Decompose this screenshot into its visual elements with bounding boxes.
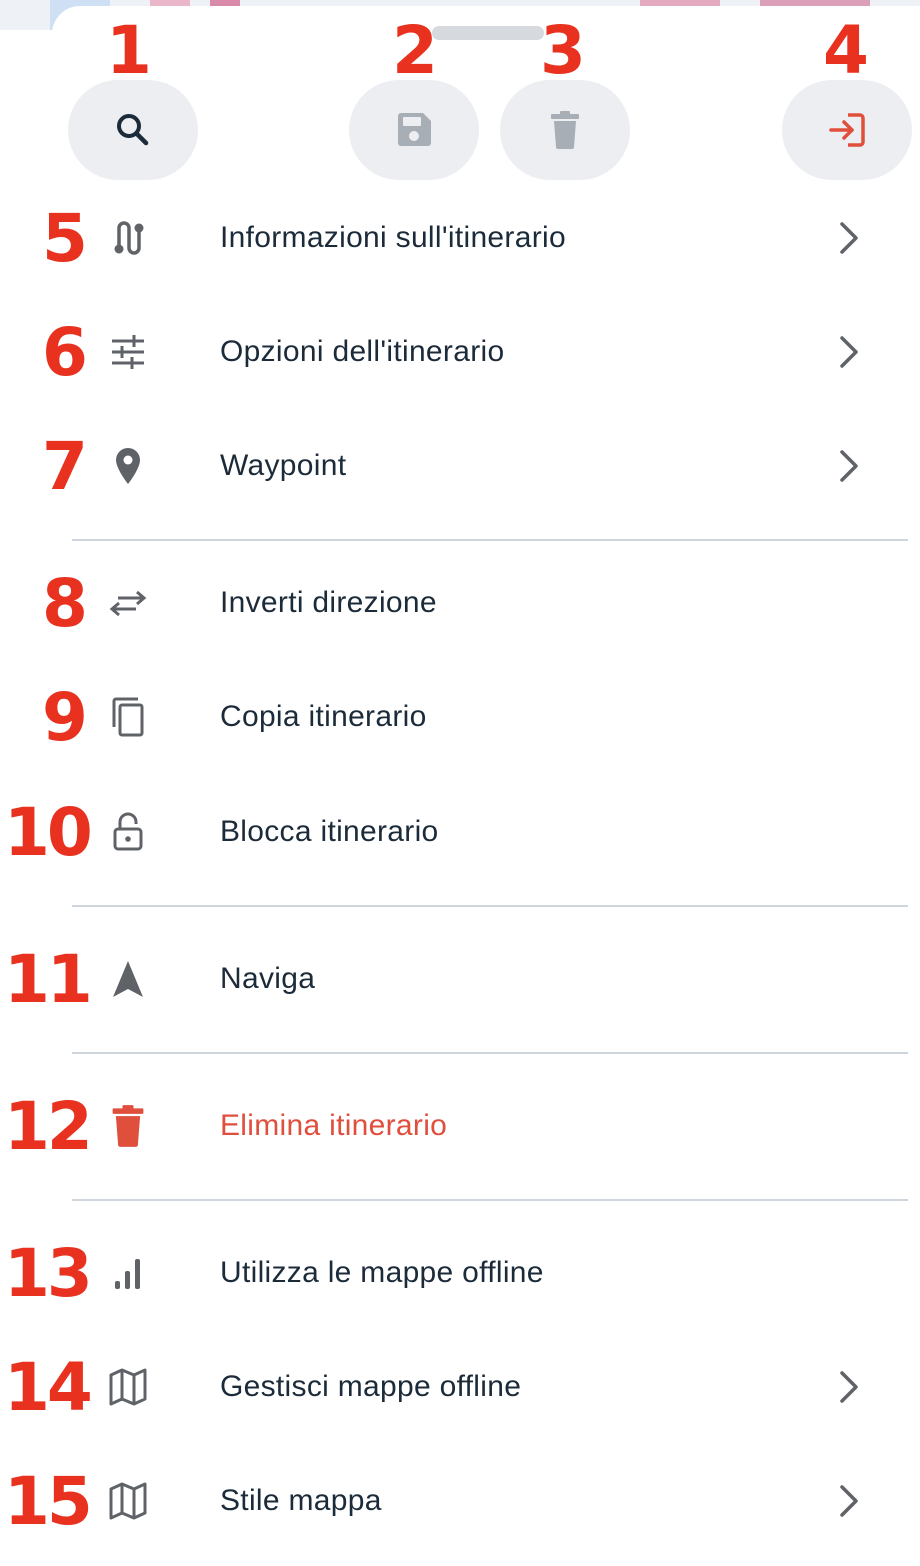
chevron-right-icon: [840, 450, 858, 482]
menu-item-label: Utilizza le mappe offline: [220, 1256, 544, 1289]
delete-button[interactable]: [500, 80, 630, 180]
annotation-badge: 3: [540, 12, 586, 89]
chevron-right-icon: [840, 222, 858, 254]
annotation-badge: 11: [4, 941, 93, 1018]
search-icon: [117, 114, 149, 146]
divider: [72, 905, 908, 907]
sliders-icon: [104, 328, 152, 376]
trash-icon: [104, 1102, 152, 1150]
menu-item-manage-offline-maps[interactable]: 14 Gestisci mappe offline: [0, 1337, 920, 1437]
annotation-badge: 8: [42, 565, 88, 642]
annotation-badge: 12: [4, 1088, 93, 1165]
menu-item-lock-route[interactable]: 10 Blocca itinerario: [0, 782, 920, 882]
menu-item-route-options[interactable]: 6 Opzioni dell'itinerario: [0, 302, 920, 402]
annotation-badge: 14: [4, 1349, 93, 1426]
chevron-right-icon: [840, 1485, 858, 1517]
swap-icon: [104, 579, 152, 627]
divider: [72, 1052, 908, 1054]
menu-item-label: Informazioni sull'itinerario: [220, 221, 566, 254]
map-icon: [104, 1477, 152, 1525]
annotation-badge: 2: [392, 12, 438, 89]
menu-item-label: Elimina itinerario: [220, 1109, 448, 1142]
menu-item-waypoint[interactable]: 7 Waypoint: [0, 416, 920, 516]
chevron-right-icon: [840, 1371, 858, 1403]
sheet-drag-handle[interactable]: [432, 26, 544, 40]
annotation-badge: 5: [42, 200, 88, 277]
menu-item-reverse-direction[interactable]: 8 Inverti direzione: [0, 553, 920, 653]
annotation-badge: 6: [42, 314, 88, 391]
menu-item-label: Stile mappa: [220, 1484, 382, 1517]
annotation-badge: 1: [106, 12, 152, 89]
menu-item-label: Gestisci mappe offline: [220, 1370, 522, 1403]
annotation-badge: 15: [4, 1463, 93, 1540]
menu-item-use-offline-maps[interactable]: 13 Utilizza le mappe offline: [0, 1223, 920, 1323]
menu-item-label: Naviga: [220, 962, 316, 995]
search-button[interactable]: [68, 80, 198, 180]
menu-item-copy-route[interactable]: 9 Copia itinerario: [0, 667, 920, 767]
unlock-icon: [104, 808, 152, 856]
divider: [72, 539, 908, 541]
exit-button[interactable]: [782, 80, 912, 180]
route-icon: [104, 214, 152, 262]
menu-item-delete-route[interactable]: 12 Elimina itinerario: [0, 1076, 920, 1176]
map-pin-icon: [104, 442, 152, 490]
exit-icon: [829, 113, 865, 147]
chevron-right-icon: [840, 336, 858, 368]
navigation-arrow-icon: [104, 955, 152, 1003]
menu-item-route-info[interactable]: 5 Informazioni sull'itinerario: [0, 188, 920, 288]
menu-item-label: Copia itinerario: [220, 700, 427, 733]
menu-item-map-style[interactable]: 15 Stile mappa: [0, 1451, 920, 1551]
annotation-badge: 4: [823, 12, 869, 89]
annotation-badge: 13: [4, 1235, 93, 1312]
signal-bars-icon: [104, 1249, 152, 1297]
annotation-badge: 9: [42, 679, 88, 756]
map-icon: [104, 1363, 152, 1411]
save-button[interactable]: [349, 80, 479, 180]
menu-item-navigate[interactable]: 11 Naviga: [0, 929, 920, 1029]
menu-item-label: Blocca itinerario: [220, 815, 439, 848]
menu-item-label: Waypoint: [220, 449, 347, 482]
save-icon: [398, 113, 431, 146]
divider: [72, 1199, 908, 1201]
annotation-badge: 7: [42, 428, 88, 505]
trash-icon: [551, 111, 579, 149]
menu-item-label: Inverti direzione: [220, 586, 437, 619]
copy-icon: [104, 693, 152, 741]
menu-item-label: Opzioni dell'itinerario: [220, 335, 505, 368]
annotation-badge: 10: [4, 794, 93, 871]
